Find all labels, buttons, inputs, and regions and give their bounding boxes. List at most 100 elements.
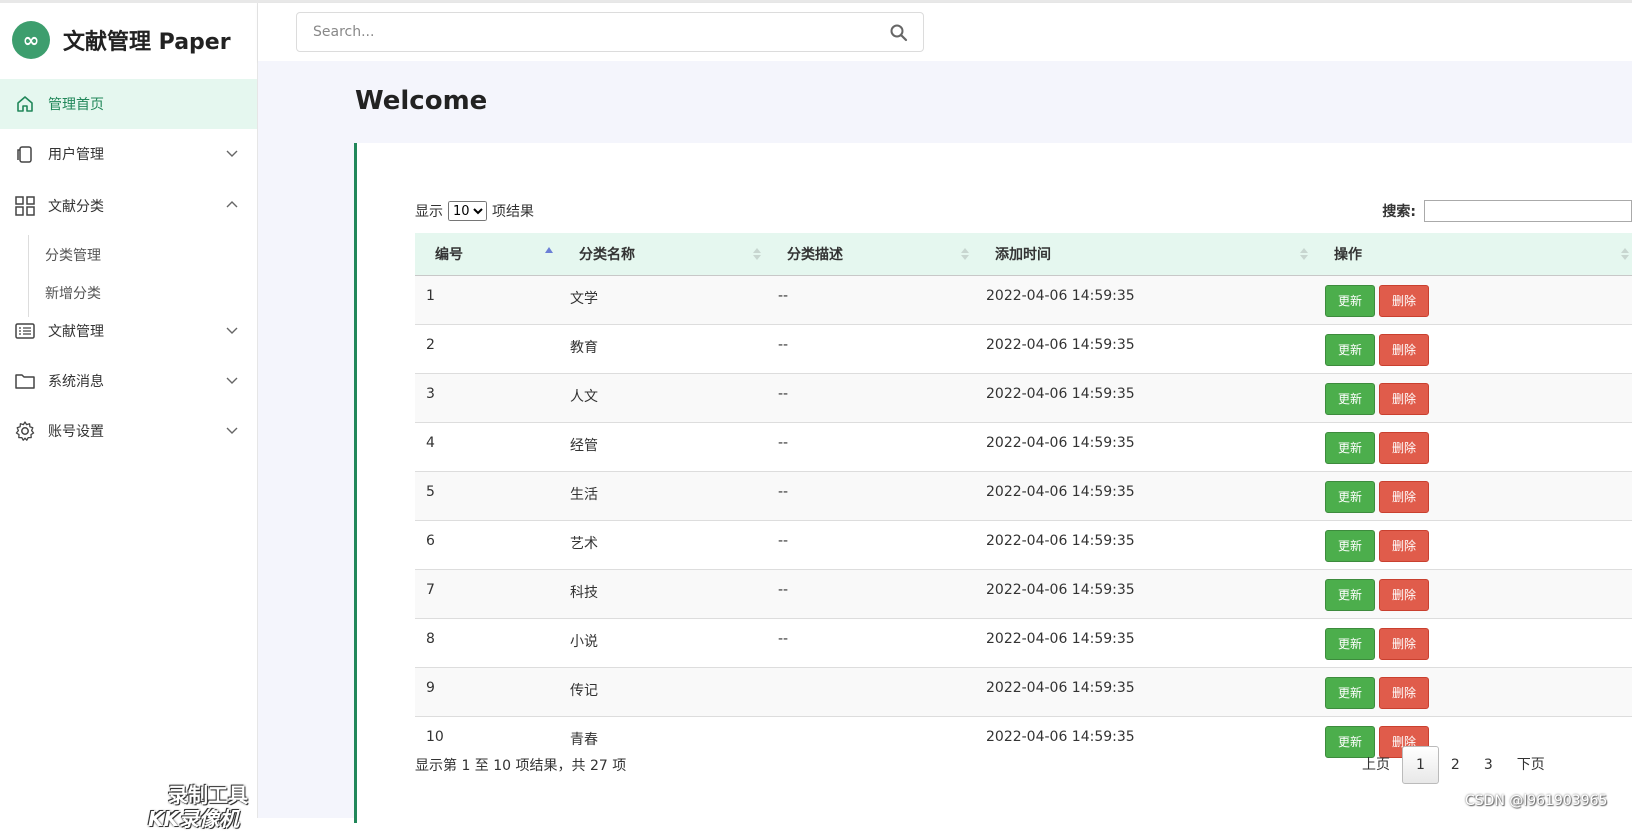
sidebar-item-label: 用户管理 [48,147,104,163]
column-header-name[interactable]: 分类名称 [559,233,767,276]
delete-button[interactable]: 删除 [1379,480,1429,513]
delete-button[interactable]: 删除 [1379,676,1429,709]
column-header-time[interactable]: 添加时间 [975,233,1314,276]
delete-button[interactable]: 删除 [1379,333,1429,366]
cell-time: 2022-04-06 14:59:35 [975,666,1314,716]
cell-desc: -- [767,519,975,569]
category-table: 编号 分类名称 分类描述 添加时间 操作 1 文学 -- 2022-04-06 … [415,233,1632,765]
sidebar-item-categories[interactable]: 文献分类 [0,181,257,231]
column-header-label: 分类描述 [787,246,843,263]
search-input[interactable] [297,13,889,51]
cell-name: 生活 [559,470,767,520]
table-row: 5 生活 -- 2022-04-06 14:59:35 更新 删除 [415,470,1632,520]
pagination-next[interactable]: 下页 [1505,747,1557,783]
delete-button[interactable]: 删除 [1379,529,1429,562]
cell-time: 2022-04-06 14:59:35 [975,323,1314,373]
chevron-down-icon [226,427,238,434]
cell-time: 2022-04-06 14:59:35 [975,617,1314,667]
top-header [258,3,1632,61]
cell-id: 2 [415,323,559,373]
cell-desc: -- [767,617,975,667]
table-filter: 搜索: [1382,200,1632,222]
cell-actions: 更新 删除 [1314,372,1632,422]
update-button[interactable]: 更新 [1325,480,1375,513]
table-header-row: 编号 分类名称 分类描述 添加时间 操作 [415,233,1632,276]
brand-logo-icon: ∞ [12,21,50,59]
cell-actions: 更新 删除 [1314,470,1632,520]
cell-actions: 更新 删除 [1314,617,1632,667]
page-length-select[interactable]: 10 [448,201,487,221]
home-icon [14,93,36,115]
sidebar-item-papers[interactable]: 文献管理 [0,306,257,356]
cell-desc: -- [767,421,975,471]
cell-time: 2022-04-06 14:59:35 [975,421,1314,471]
sort-asc-icon [545,247,553,253]
sidebar-item-account[interactable]: 账号设置 [0,406,257,456]
submenu-item-manage[interactable]: 分类管理 [45,245,101,265]
update-button[interactable]: 更新 [1325,627,1375,660]
update-button[interactable]: 更新 [1325,529,1375,562]
column-header-desc[interactable]: 分类描述 [767,233,975,276]
cell-time: 2022-04-06 14:59:35 [975,274,1314,324]
sidebar-item-home[interactable]: 管理首页 [0,79,257,129]
sort-both-icon [1300,248,1308,260]
search-icon[interactable] [889,23,909,43]
cell-desc: -- [767,372,975,422]
delete-button[interactable]: 删除 [1379,431,1429,464]
sidebar-item-users[interactable]: 用户管理 [0,129,257,179]
update-button[interactable]: 更新 [1325,676,1375,709]
cell-time: 2022-04-06 14:59:35 [975,715,1314,765]
page-length-control: 显示 10 项结果 [415,201,534,221]
cell-actions: 更新 删除 [1314,323,1632,373]
pagination-page[interactable]: 2 [1439,747,1472,783]
cell-id: 3 [415,372,559,422]
delete-button[interactable]: 删除 [1379,284,1429,317]
cell-name: 小说 [559,617,767,667]
cell-id: 5 [415,470,559,520]
sort-both-icon [753,248,761,260]
sidebar-item-label: 管理首页 [48,97,104,113]
delete-button[interactable]: 删除 [1379,382,1429,415]
copy-icon [14,143,36,165]
cell-actions: 更新 删除 [1314,274,1632,324]
table-search-input[interactable] [1424,200,1632,222]
sidebar-item-label: 文献管理 [48,324,104,340]
column-header-label: 编号 [435,246,463,263]
update-button[interactable]: 更新 [1325,578,1375,611]
cell-actions: 更新 删除 [1314,519,1632,569]
cell-id: 7 [415,568,559,618]
brand[interactable]: ∞ 文献管理 Paper [12,20,231,60]
cell-time: 2022-04-06 14:59:35 [975,372,1314,422]
pagination-prev[interactable]: 上页 [1350,747,1402,783]
update-button[interactable]: 更新 [1325,382,1375,415]
update-button[interactable]: 更新 [1325,284,1375,317]
gear-icon [14,420,36,442]
sort-both-icon [1621,248,1629,260]
delete-button[interactable]: 删除 [1379,627,1429,660]
cell-time: 2022-04-06 14:59:35 [975,568,1314,618]
list-icon [14,320,36,342]
sidebar-item-label: 文献分类 [48,199,104,215]
sidebar-item-label: 系统消息 [48,374,104,390]
table-row: 4 经管 -- 2022-04-06 14:59:35 更新 删除 [415,421,1632,471]
sidebar: ∞ 文献管理 Paper 管理首页 用户管理 文献分类 分类管理 新增分类 文献… [0,3,258,831]
cell-desc [767,666,975,716]
column-header-id[interactable]: 编号 [415,233,559,276]
cell-name: 教育 [559,323,767,373]
cell-time: 2022-04-06 14:59:35 [975,470,1314,520]
submenu-item-add[interactable]: 新增分类 [45,283,101,303]
update-button[interactable]: 更新 [1325,333,1375,366]
pagination-page[interactable]: 3 [1472,747,1505,783]
pagination-page-current[interactable]: 1 [1402,746,1439,784]
cell-id: 8 [415,617,559,667]
delete-button[interactable]: 删除 [1379,578,1429,611]
cell-desc: -- [767,323,975,373]
cell-desc [767,715,975,765]
chevron-down-icon [226,327,238,334]
folder-icon [14,370,36,392]
update-button[interactable]: 更新 [1325,431,1375,464]
column-header-actions[interactable]: 操作 [1314,233,1632,276]
cell-name: 经管 [559,421,767,471]
table-row: 9 传记 2022-04-06 14:59:35 更新 删除 [415,666,1632,716]
sidebar-item-messages[interactable]: 系统消息 [0,356,257,406]
